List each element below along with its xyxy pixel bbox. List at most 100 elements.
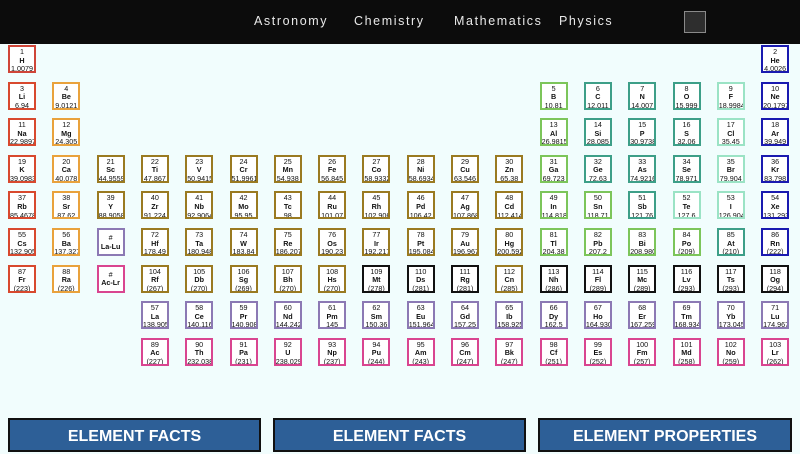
element-cell[interactable]: 93 Np (237) [318, 337, 347, 366]
element-cell[interactable]: 86 Rn (222) [761, 228, 790, 256]
element-cell[interactable]: 65 Ib 158.925 [495, 301, 524, 330]
element-cell[interactable]: 107 Bh (270) [273, 264, 302, 293]
element-cell[interactable]: 26 Fe 56.845 [318, 154, 347, 183]
element-cell[interactable]: 102 No (259) [716, 337, 745, 366]
element-cell[interactable]: 43 Tc 98 [273, 191, 302, 220]
element-cell[interactable]: 71 Lu 174.967 [761, 301, 790, 330]
element-cell[interactable]: 95 Am (243) [406, 337, 435, 366]
element-cell[interactable]: 57 La 138.905 [140, 301, 169, 330]
element-cell[interactable]: 11Na22.989769 [8, 118, 36, 147]
element-cell[interactable]: 39 Y 88.9058 [96, 191, 125, 220]
element-cell[interactable]: 118 Og (294) [761, 264, 790, 293]
element-properties-panel[interactable]: ELEMENT PROPERTIES [538, 418, 792, 452]
element-cell[interactable]: 91 Pa (231) [229, 337, 258, 366]
element-cell[interactable]: 96 Cm (247) [451, 337, 479, 366]
element-cell[interactable]: 19 K 39.0983 [8, 154, 36, 183]
element-cell[interactable]: 48 Cd 112.414 [495, 191, 524, 220]
element-cell[interactable]: 23 V 50.9415 [185, 154, 214, 183]
element-cell[interactable]: 36 Kr 83.798 [761, 154, 790, 183]
element-cell[interactable]: 61 Pm 145 [318, 301, 347, 330]
element-cell[interactable]: 14 Si 28.085 [583, 118, 612, 147]
element-cell[interactable]: 92 U 238.029 [273, 337, 302, 366]
element-cell[interactable]: 108 Hs (270) [318, 264, 347, 293]
element-cell[interactable]: 97 Bk (247) [495, 337, 524, 366]
element-cell[interactable]: 85 At (210) [716, 228, 745, 256]
element-cell[interactable]: 13 Al 26.9815 [539, 118, 568, 147]
element-cell[interactable]: 68 Er 167.259 [628, 301, 657, 330]
element-cell[interactable]: # La-Lu [96, 228, 125, 256]
element-cell[interactable]: 28 Ni 58.6934 [406, 154, 435, 183]
element-cell[interactable]: 59 Pr 140.908 [229, 301, 258, 330]
element-cell[interactable]: 94 Pu (244) [362, 337, 391, 366]
element-cell[interactable]: 62 Sm 150.36 [362, 301, 391, 330]
element-cell[interactable]: 70 Yb 173.045 [716, 301, 745, 330]
element-cell[interactable]: 10 Ne 20.1797 [761, 81, 790, 110]
element-cell[interactable]: 105 Db (270) [185, 264, 214, 293]
element-cell[interactable]: 45 Rh 102.906 [362, 191, 391, 220]
element-cell[interactable]: 31 Ga 69.723 [539, 154, 568, 183]
element-cell[interactable]: 44 Ru 101.07 [318, 191, 347, 220]
element-cell[interactable]: 74 W 183.84 [229, 228, 258, 256]
element-cell[interactable]: 80 Hg 200.592 [495, 228, 524, 256]
element-cell[interactable]: 75 Re 186.207 [273, 228, 302, 256]
element-cell[interactable]: 103 Lr (262) [761, 337, 790, 366]
element-cell[interactable]: 72 Hf 178.49 [140, 228, 169, 256]
element-facts-panel-2[interactable]: ELEMENT FACTS [273, 418, 526, 452]
element-cell[interactable]: 104 Rf (267) [140, 264, 169, 293]
element-cell[interactable]: 56 Ba 137.327 [52, 228, 81, 256]
element-cell[interactable]: 66 Dy 162.5 [539, 301, 568, 330]
element-cell[interactable]: 98 Cf (251) [539, 337, 568, 366]
element-cell[interactable]: 114 Fl (289) [583, 264, 612, 293]
element-cell[interactable]: 3 Li 6.94 [8, 81, 36, 110]
element-cell[interactable]: 47 Ag 107.868 [451, 191, 479, 220]
element-cell[interactable]: 29 Cu 63.546 [451, 154, 479, 183]
element-cell[interactable]: 106 Sg (269) [229, 264, 258, 293]
element-facts-panel-1[interactable]: ELEMENT FACTS [8, 418, 261, 452]
element-cell[interactable]: 58 Ce 140.116 [185, 301, 214, 330]
element-cell[interactable]: 25 Mn 54.938 [273, 154, 302, 183]
element-cell[interactable]: 116 Lv (293) [672, 264, 701, 293]
element-cell[interactable]: 54 Xe 131.293 [761, 191, 790, 220]
element-cell[interactable]: 77 Ir 192.217 [362, 228, 391, 256]
element-cell[interactable]: 40 Zr 91.224 [140, 191, 169, 220]
element-cell[interactable]: 101 Md (258) [672, 337, 701, 366]
element-cell[interactable]: 18 Ar 39.949 [761, 118, 790, 147]
element-cell[interactable]: 20 Ca 40.078 [52, 154, 81, 183]
element-cell[interactable]: 89 Ac (227) [140, 337, 169, 366]
element-cell[interactable]: 50 Sn 118.71 [583, 191, 612, 220]
element-cell[interactable]: 84 Po (209) [672, 228, 701, 256]
element-cell[interactable]: 37 Rb 85.4678 [8, 191, 36, 220]
element-cell[interactable]: 113 Nh (286) [539, 264, 568, 293]
element-cell[interactable]: 109 Mt (278) [362, 264, 391, 293]
element-cell[interactable]: 30 Zn 65.38 [495, 154, 524, 183]
element-cell[interactable]: 115 Mc (289) [628, 264, 657, 293]
element-cell[interactable]: 9 F 18.9984 [716, 81, 745, 110]
element-cell[interactable]: 60 Nd 144.242 [273, 301, 302, 330]
element-cell[interactable]: 67 Ho 164.930 [583, 301, 612, 330]
element-cell[interactable]: 15 P 30.9738 [628, 118, 657, 147]
element-cell[interactable]: 117 Ts (293) [716, 264, 745, 293]
element-cell[interactable]: 55 Cs 132.905 [8, 228, 36, 256]
element-cell[interactable]: 100 Fm (257) [628, 337, 657, 366]
element-cell[interactable]: 87 Fr (223) [8, 264, 36, 293]
element-cell[interactable]: 38 Sr 87.62 [52, 191, 81, 220]
element-cell[interactable]: 49 In 114.818 [539, 191, 568, 220]
element-cell[interactable]: 21 Sc 44.9559 [96, 154, 125, 183]
element-cell[interactable]: 17 Cl 35.45 [716, 118, 745, 147]
element-cell[interactable]: 22 Ti 47.867 [140, 154, 169, 183]
element-cell[interactable]: 27 Co 58.9332 [362, 154, 391, 183]
element-cell[interactable]: 111 Rg (281) [451, 264, 479, 293]
element-cell[interactable]: # Ac-Lr [96, 264, 125, 293]
element-cell[interactable]: 76 Os 190.23 [318, 228, 347, 256]
element-cell[interactable]: 1 H 1.0079 [8, 45, 36, 73]
element-cell[interactable]: 33 As 74.9216 [628, 154, 657, 183]
element-cell[interactable]: 81 Tl 204.38 [539, 228, 568, 256]
element-cell[interactable]: 64 Gd 157.25 [451, 301, 479, 330]
element-cell[interactable]: 110 Ds (281) [406, 264, 435, 293]
element-cell[interactable]: 12 Mg 24.305 [52, 118, 81, 147]
element-cell[interactable]: 79 Au 196.967 [451, 228, 479, 256]
element-cell[interactable]: 5 B 10.81 [539, 81, 568, 110]
element-cell[interactable]: 6 C 12.011 [583, 81, 612, 110]
element-cell[interactable]: 63 Eu 151.964 [406, 301, 435, 330]
element-cell[interactable]: 8 O 15.999 [672, 81, 701, 110]
